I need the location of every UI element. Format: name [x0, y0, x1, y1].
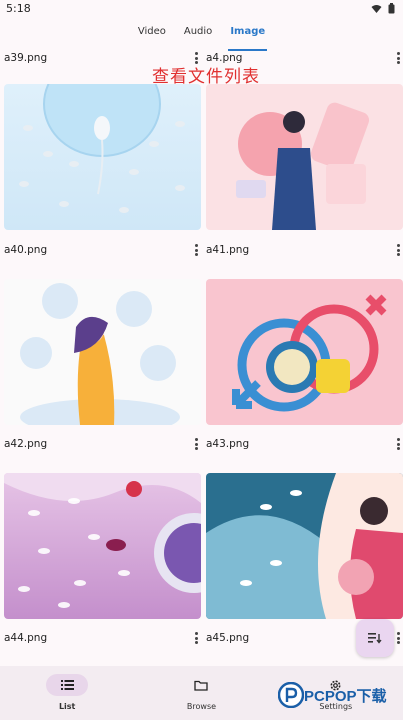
thumbnail-image[interactable]	[4, 473, 201, 619]
file-name: a40.png	[4, 244, 48, 256]
watermark-text: PCPOP下载	[304, 687, 387, 705]
wifi-icon	[371, 4, 382, 13]
battery-icon	[388, 3, 395, 14]
tab-video[interactable]: Video	[138, 22, 166, 48]
folder-icon	[194, 680, 209, 691]
file-name: a45.png	[206, 632, 250, 644]
status-time: 5:18	[6, 2, 31, 15]
nav-list-label: List	[58, 702, 76, 711]
file-name: a43.png	[206, 438, 250, 450]
sort-fab-button[interactable]	[356, 619, 394, 657]
file-name: a39.png	[4, 52, 48, 64]
list-item[interactable]: a42.png	[4, 434, 201, 454]
watermark: PCPOP下载	[278, 682, 387, 708]
nav-browse-label: Browse	[186, 702, 217, 711]
more-options-icon[interactable]	[393, 51, 403, 65]
list-item[interactable]: a41.png	[206, 240, 403, 260]
more-options-icon[interactable]	[393, 631, 403, 645]
list-item[interactable]: a44.png	[4, 628, 201, 648]
file-name: a42.png	[4, 438, 48, 450]
list-item[interactable]: a43.png	[206, 434, 403, 454]
pcpop-logo-icon	[278, 682, 304, 708]
thumbnail-image[interactable]	[206, 473, 403, 619]
list-icon	[60, 680, 74, 690]
image-grid: a39.png a4.png a40.png a41.png a42.png a…	[0, 46, 403, 666]
nav-browse[interactable]: Browse	[151, 666, 251, 711]
more-options-icon[interactable]	[393, 243, 403, 257]
list-item[interactable]: a40.png	[4, 240, 201, 260]
media-tabs: Video Audio Image	[0, 22, 403, 51]
nav-list[interactable]: List	[17, 666, 117, 711]
nav-list-pill	[46, 674, 89, 696]
tab-image[interactable]: Image	[228, 22, 267, 51]
thumbnail-image[interactable]	[206, 84, 403, 230]
sort-list-icon	[368, 633, 382, 644]
more-options-icon[interactable]	[191, 437, 201, 451]
more-options-icon[interactable]	[393, 437, 403, 451]
thumbnail-image[interactable]	[206, 279, 403, 425]
annotation-text: 查看文件列表	[152, 67, 260, 87]
more-options-icon[interactable]	[191, 631, 201, 645]
file-name: a44.png	[4, 632, 48, 644]
tab-audio[interactable]: Audio	[184, 22, 212, 48]
status-icons	[371, 3, 395, 14]
status-bar: 5:18	[0, 0, 403, 20]
file-name: a41.png	[206, 244, 250, 256]
thumbnail-image[interactable]	[4, 84, 201, 230]
more-options-icon[interactable]	[191, 243, 201, 257]
nav-browse-pill	[180, 674, 222, 696]
thumbnail-image[interactable]	[4, 279, 201, 425]
